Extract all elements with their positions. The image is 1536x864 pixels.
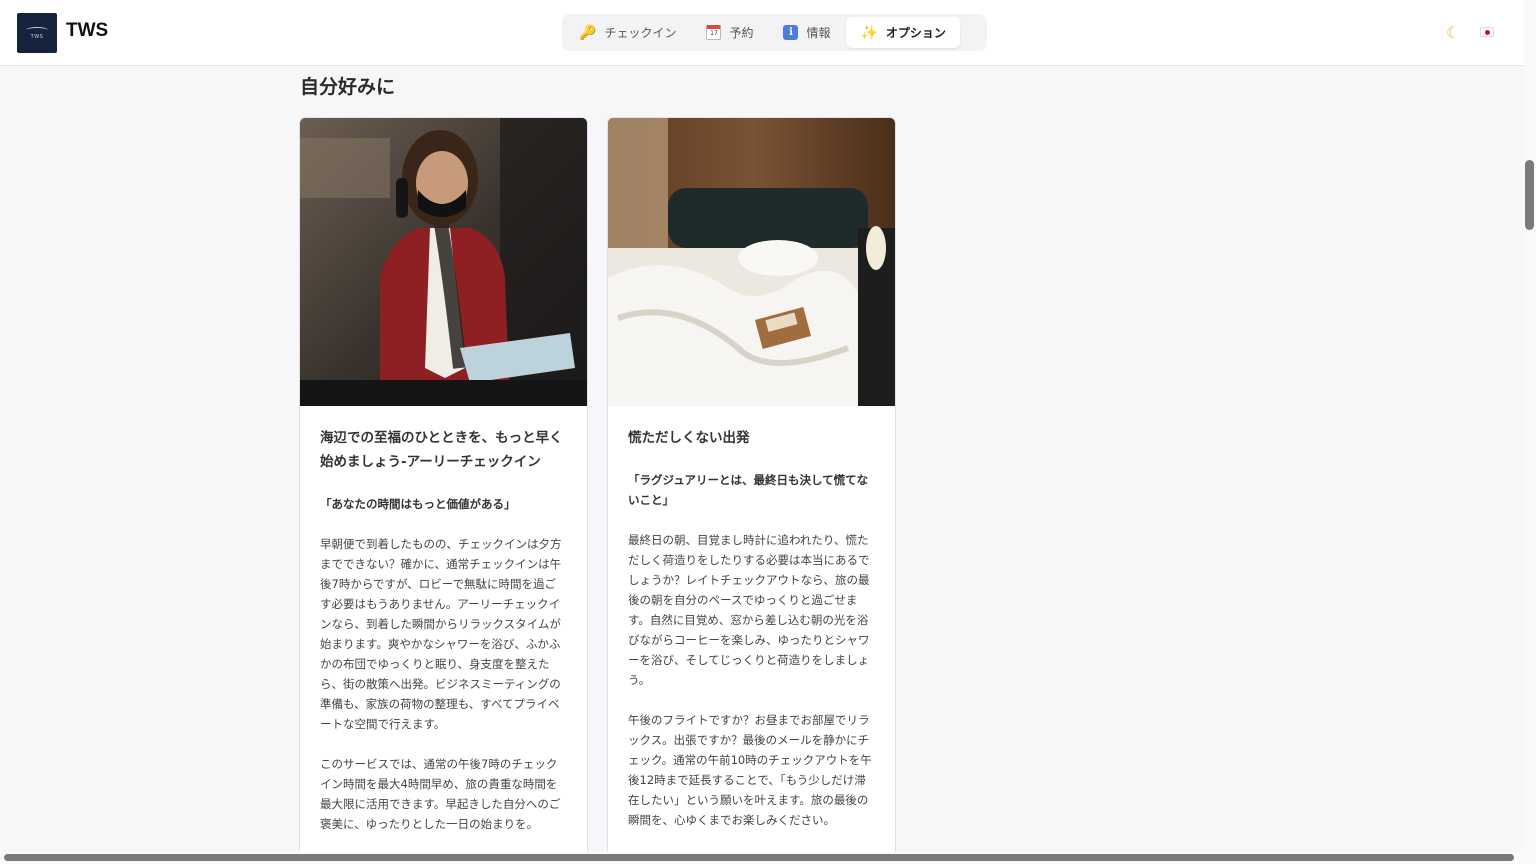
logo-mini-text: TWS [30,33,44,40]
top-header: TWS TWS 🔑 チェックイン 17 予約 i 情報 ✨ オプション ☾ [0,0,1524,66]
calendar-icon: 17 [706,25,722,40]
logo[interactable]: TWS [17,13,57,53]
vertical-scrollbar[interactable] [1524,0,1536,864]
main-nav: 🔑 チェックイン 17 予約 i 情報 ✨ オプション [562,14,987,51]
logo-wave-icon [26,26,48,33]
section-title: 自分好みに [300,76,396,98]
key-icon: 🔑 [579,24,597,41]
moon-icon[interactable]: ☾ [1446,23,1460,42]
card-quote: 「ラグジュアリーとは、最終日も決して慌てないこと」 [628,473,869,507]
sparkle-icon: ✨ [860,24,878,41]
option-card-early-checkin: 海辺での至福のひとときを、もっと早く始めましょう-アーリーチェックイン 「あなた… [299,117,588,862]
concierge-phone-photo [300,118,587,406]
nav-tab-label: 情報 [806,26,831,40]
card-paragraph: 午後のフライトですか？お昼までお部屋でリラックス。出張ですか？最後のメールを静か… [628,713,872,827]
option-card-late-checkout: 慌ただしくない出発 「ラグジュアリーとは、最終日も決して慌てないこと」 最終日の… [607,117,896,862]
japan-flag-icon[interactable] [1480,27,1494,37]
nav-tab-label: チェックイン [604,26,677,40]
nav-tab-info[interactable]: i 情報 [769,17,844,48]
nav-tab-label: オプション [885,26,946,40]
nav-tab-checkin[interactable]: 🔑 チェックイン [565,17,690,48]
card-title: 慌ただしくない出発 [628,430,750,446]
card-title: 海辺での至福のひとときを、もっと早く始めましょう-アーリーチェックイン [320,430,563,470]
card-quote: 「あなたの時間はもっと価値がある」 [320,497,516,511]
nav-tab-label: 予約 [729,26,754,40]
card-paragraph: 早朝便で到着したものの、チェックインは夕方までできない？確かに、通常チェックイン… [320,537,562,731]
card-paragraph: このサービスでは、通常の午後7時のチェックイン時間を最大4時間早め、旅の貴重な時… [320,757,561,831]
nav-tab-options[interactable]: ✨ オプション [846,17,960,48]
hotel-bed-photo [608,118,895,406]
info-icon: i [783,25,799,40]
nav-tab-reservation[interactable]: 17 予約 [692,17,767,48]
vertical-scrollbar-thumb[interactable] [1525,160,1534,230]
horizontal-scrollbar-thumb[interactable] [4,854,1514,861]
brand-name[interactable]: TWS [66,20,108,42]
card-paragraph: 最終日の朝、目覚まし時計に追われたり、慌ただしく荷造りをしたりする必要は本当にあ… [628,533,870,687]
horizontal-scrollbar[interactable] [0,852,1524,864]
